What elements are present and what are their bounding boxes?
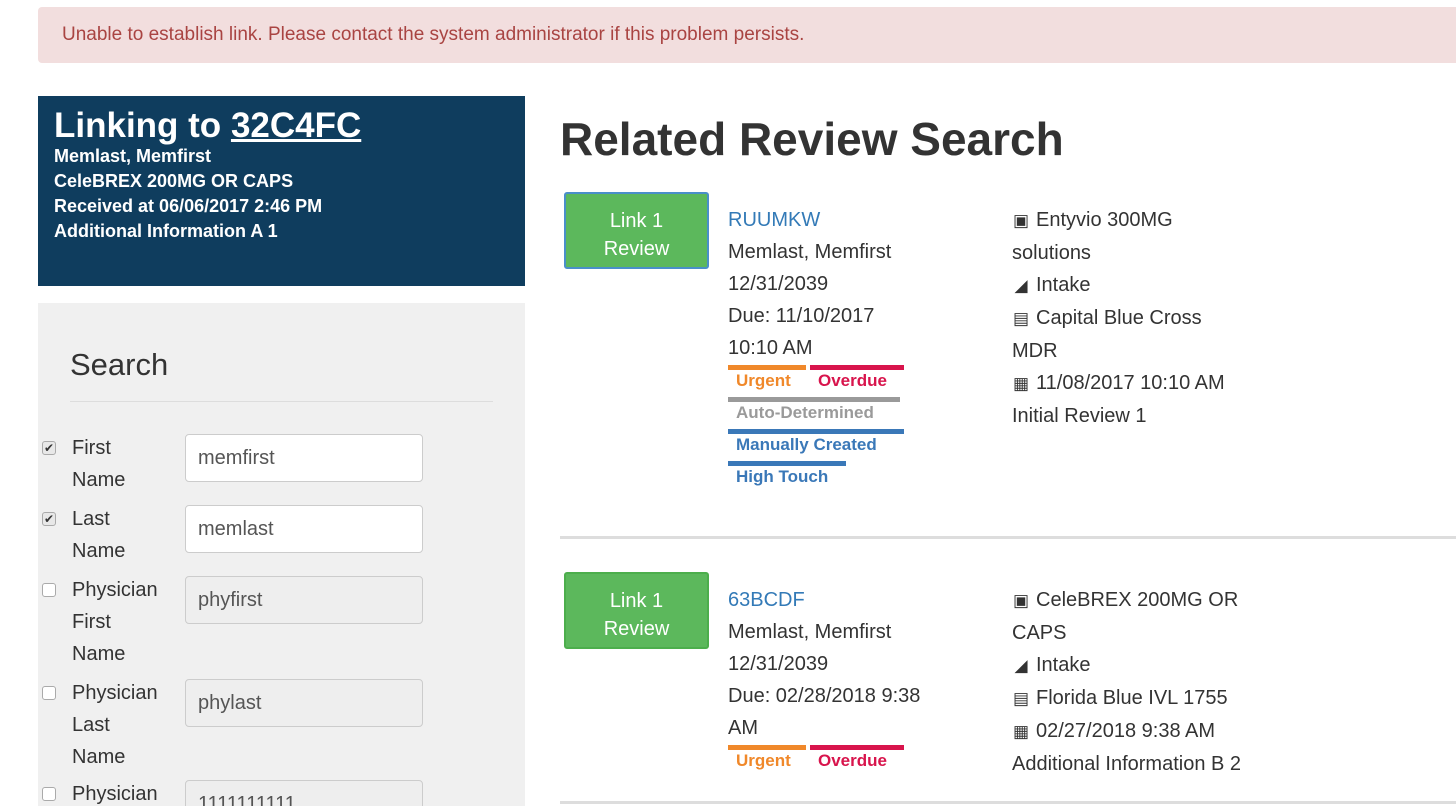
calendar-icon: ▦ (1012, 374, 1030, 393)
review-details: ▣ Entyvio 300MG solutions ◢ Intake ▤ Capital… (1012, 204, 1302, 432)
last-name-input[interactable]: memlast (185, 505, 423, 553)
search-divider (70, 401, 493, 402)
physician-last-name-input[interactable]: phylast (185, 679, 423, 727)
review-status: ◢ Intake (1012, 649, 1302, 682)
overdue-badge: Overdue (810, 745, 904, 777)
review-type: Additional Information B 2 (1012, 753, 1242, 775)
review-due: Due: 02/28/2018 9:38 AM (728, 685, 921, 739)
review-dob: 12/31/2039 (728, 653, 829, 675)
physician-last-name-checkbox[interactable] (42, 686, 56, 700)
first-name-input[interactable]: memfirst (185, 434, 423, 482)
review-plan: ▤ Florida Blue IVL 1755 (1012, 682, 1302, 715)
link-review-button[interactable]: Link 1 Review (564, 192, 709, 269)
linking-member: Memlast, Memfirst (54, 146, 212, 166)
folder-open-icon: ◢ (1014, 656, 1028, 675)
review-date: ▦ 02/27/2018 9:38 AM (1012, 715, 1302, 748)
review-tags: Urgent Overdue (728, 744, 908, 777)
physician-npi-label: Physician (72, 783, 158, 805)
review-due: Due: 11/10/2017 10:10 AM (728, 305, 875, 359)
linking-prefix: Linking to (54, 106, 222, 145)
linking-heading: Linking to 32C4FC (54, 108, 509, 144)
search-title: Search (70, 347, 169, 382)
linking-drug: CeleBREX 200MG OR CAPS (54, 171, 294, 191)
folder-open-icon: ◢ (1014, 276, 1028, 295)
error-message: Unable to establish link. Please contact… (62, 24, 805, 45)
review-id-link[interactable]: RUUMKW (728, 209, 820, 231)
linking-panel: Linking to 32C4FC Memlast, Memfirst Cele… (38, 96, 525, 286)
medkit-icon: ▣ (1012, 591, 1030, 610)
linking-received: Received at 06/06/2017 2:46 PM (54, 196, 323, 216)
physician-first-name-label: Physician First Name (72, 579, 158, 665)
last-name-label: Last Name (72, 508, 126, 562)
first-name-checkbox[interactable]: ✔ (42, 441, 56, 455)
manually-created-badge: Manually Created (728, 429, 904, 461)
review-row: Link 1 Review 63BCDF Memlast, Memfirst 12… (560, 572, 1456, 802)
review-member: Memlast, Memfirst (728, 621, 892, 643)
high-touch-badge: High Touch (728, 461, 846, 493)
urgent-badge: Urgent (728, 745, 806, 777)
review-tags: Urgent Overdue Auto-Determined Manually C… (728, 364, 908, 493)
review-row: Link 1 Review RUUMKW Memlast, Memfirst 12… (560, 192, 1456, 532)
review-status: ◢ Intake (1012, 269, 1302, 302)
calendar-icon: ▦ (1012, 722, 1030, 741)
auto-determined-badge: Auto-Determined (728, 397, 900, 429)
row-divider (560, 536, 1456, 539)
physician-first-name-input[interactable]: phyfirst (185, 576, 423, 624)
review-drug: ▣ Entyvio 300MG solutions (1012, 204, 1302, 269)
physician-npi-checkbox[interactable] (42, 787, 56, 801)
review-drug: ▣ CeleBREX 200MG OR CAPS (1012, 584, 1302, 649)
building-icon: ▤ (1012, 309, 1030, 328)
urgent-badge: Urgent (728, 365, 806, 397)
linking-info: Additional Information A 1 (54, 221, 278, 241)
medkit-icon: ▣ (1012, 211, 1030, 230)
review-details: ▣ CeleBREX 200MG OR CAPS ◢ Intake ▤ Florida … (1012, 584, 1302, 780)
review-plan: ▤ Capital Blue Cross MDR (1012, 302, 1302, 367)
row-divider (560, 801, 1456, 804)
review-summary: 63BCDF Memlast, Memfirst 12/31/2039 Due:… (728, 584, 958, 777)
review-id-link[interactable]: 63BCDF (728, 589, 805, 611)
physician-first-name-checkbox[interactable] (42, 583, 56, 597)
review-member: Memlast, Memfirst (728, 241, 892, 263)
building-icon: ▤ (1012, 689, 1030, 708)
physician-last-name-label: Physician Last Name (72, 682, 158, 768)
review-dob: 12/31/2039 (728, 273, 829, 295)
overdue-badge: Overdue (810, 365, 904, 397)
error-alert: Unable to establish link. Please contact… (38, 7, 1456, 63)
review-type: Initial Review 1 (1012, 405, 1147, 427)
review-date: ▦ 11/08/2017 10:10 AM (1012, 367, 1302, 400)
link-review-button[interactable]: Link 1 Review (564, 572, 709, 649)
review-summary: RUUMKW Memlast, Memfirst 12/31/2039 Due:… (728, 204, 958, 493)
linking-review-id-link[interactable]: 32C4FC (231, 106, 361, 145)
physician-npi-input[interactable]: 1111111111 (185, 780, 423, 806)
first-name-label: First Name (72, 437, 126, 491)
last-name-checkbox[interactable]: ✔ (42, 512, 56, 526)
page-title: Related Review Search (560, 113, 1064, 165)
